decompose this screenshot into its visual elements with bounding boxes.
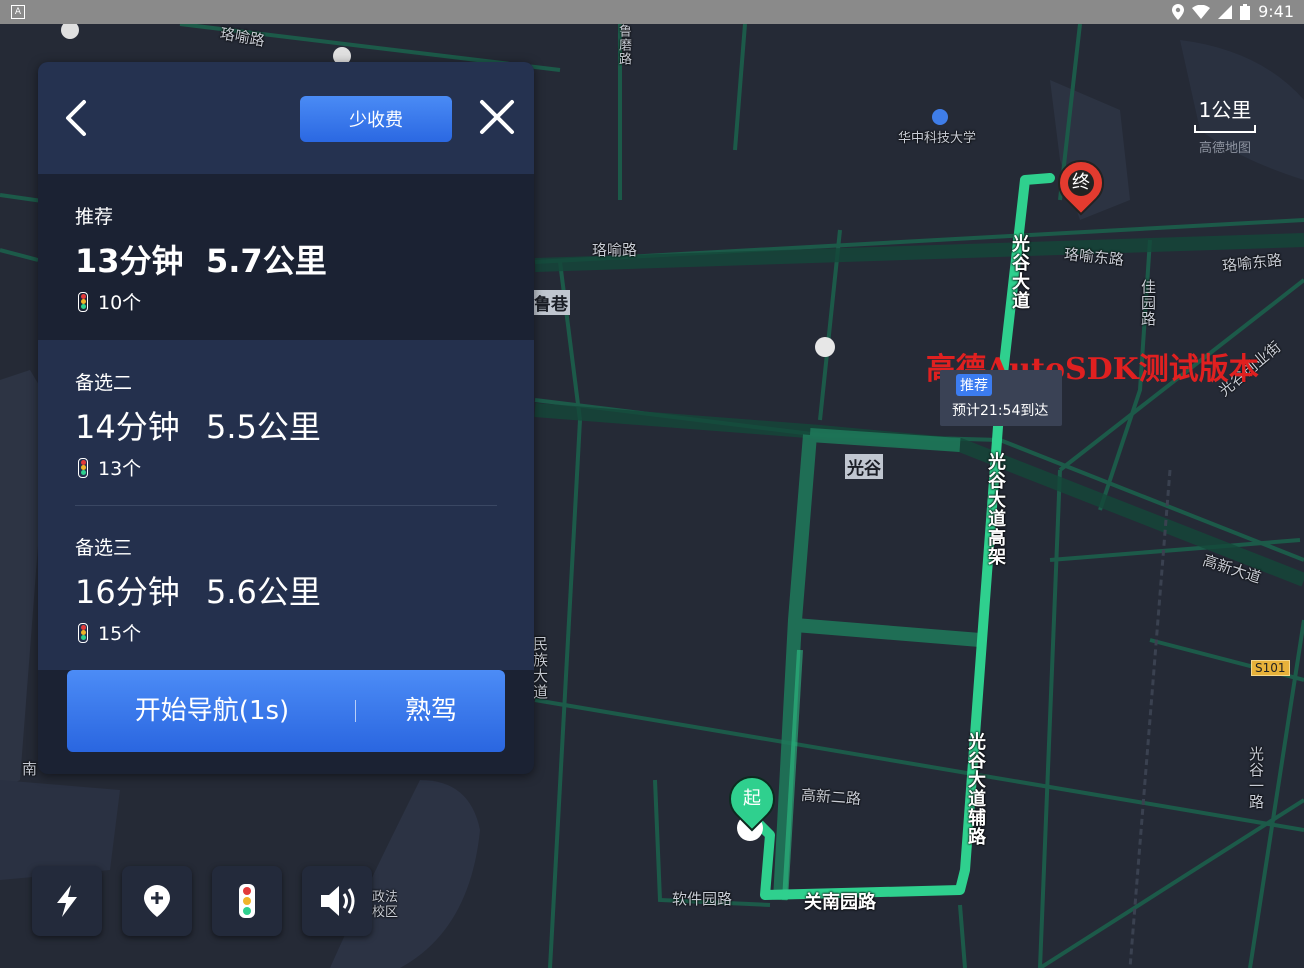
route-option-alt3[interactable]: 备选三 16分钟 5.6公里 15个: [38, 505, 534, 670]
traffic-lights-value: 13个: [98, 458, 142, 480]
map-label-road: 光谷大道高架: [985, 452, 1006, 566]
traffic-lights-count: 13个: [78, 454, 141, 481]
route-option-recommended[interactable]: 推荐 13分钟 5.7公里 10个: [38, 174, 534, 340]
add-location-icon: [144, 885, 170, 917]
map-label-area: 光谷: [845, 454, 883, 479]
traffic-light-icon: [78, 622, 88, 643]
route-label: 备选二: [75, 372, 133, 394]
traffic-button[interactable]: [212, 866, 282, 936]
back-arrow-icon[interactable]: [62, 98, 92, 138]
scale-bar: [1194, 125, 1256, 133]
signal-icon: [1218, 4, 1233, 19]
button-separator: [355, 700, 356, 722]
status-bar: A 9:41: [0, 0, 1304, 24]
end-marker-label: 终: [1068, 170, 1094, 196]
route-time: 14分钟: [75, 408, 180, 446]
route-panel: 少收费 推荐 13分钟 5.7公里 10个 备选二 14分钟 5.5公里 13个…: [38, 62, 534, 774]
traffic-lights-value: 10个: [98, 292, 142, 314]
map-label-road: 南: [22, 760, 38, 778]
map-label-poi: 华中科技大学: [898, 131, 977, 146]
route-tag: 推荐: [956, 374, 992, 396]
route-distance: 5.6公里: [206, 573, 321, 611]
map-label-road: 光谷一路: [1247, 746, 1265, 810]
route-option-alt2[interactable]: 备选二 14分钟 5.5公里 13个: [38, 340, 534, 505]
close-icon[interactable]: [478, 98, 516, 136]
wifi-icon: [1192, 4, 1211, 19]
navigation-action-bar: 开始导航(1s) 熟驾: [67, 670, 505, 752]
map-label-road: 高新二路: [800, 785, 862, 809]
less-toll-button[interactable]: 少收费: [300, 96, 452, 142]
highway-shield: S101: [1251, 660, 1290, 676]
route-label: 备选三: [75, 537, 133, 559]
route-eta: 预计21:54到达: [952, 403, 1049, 419]
map-scale: 1公里 高德地图: [1194, 94, 1256, 156]
traffic-lights-value: 15个: [98, 623, 142, 645]
traffic-light-icon: [239, 884, 255, 918]
location-icon: [1172, 3, 1185, 20]
lightning-button[interactable]: [32, 866, 102, 936]
battery-icon: [1240, 3, 1251, 20]
traffic-lights-count: 15个: [78, 619, 141, 646]
clock: 9:41: [1258, 2, 1294, 21]
map-label-road: 珞喻路: [592, 241, 638, 259]
route-label: 推荐: [75, 206, 114, 228]
map-label-poi: 政法 校区: [372, 890, 399, 920]
map-brand: 高德地图: [1198, 141, 1251, 156]
route-distance: 5.5公里: [206, 408, 321, 446]
traffic-light-icon: [78, 457, 88, 478]
route-eta-bubble[interactable]: 推荐 预计21:54到达: [940, 370, 1062, 426]
panel-header: 少收费: [38, 62, 534, 174]
scale-value: 1公里: [1198, 98, 1252, 122]
app-notification-icon: A: [11, 5, 25, 19]
start-navigation-button[interactable]: 开始导航(1s): [67, 670, 357, 752]
map-label-road: 光谷大道: [1009, 234, 1030, 310]
volume-button[interactable]: [302, 866, 372, 936]
start-marker-label: 起: [743, 788, 761, 809]
traffic-light-icon: [78, 291, 88, 312]
add-waypoint-button[interactable]: [122, 866, 192, 936]
route-time: 16分钟: [75, 573, 180, 611]
map-label-road: 关南园路: [804, 892, 876, 913]
familiar-driving-button[interactable]: 熟驾: [357, 670, 505, 752]
map-label-road: 光谷大道辅路: [965, 732, 986, 846]
map-label-road: 鲁磨路: [616, 24, 631, 66]
lightning-icon: [57, 885, 77, 917]
traffic-lights-count: 10个: [78, 288, 141, 315]
route-distance: 5.7公里: [206, 242, 327, 280]
map-label-area: 鲁巷: [532, 290, 570, 315]
volume-icon: [321, 886, 355, 916]
map-label-road: 佳园路: [1139, 279, 1157, 327]
map-label-road: 软件园路: [672, 890, 733, 908]
route-time: 13分钟: [75, 242, 184, 280]
route-divider: [75, 505, 497, 506]
